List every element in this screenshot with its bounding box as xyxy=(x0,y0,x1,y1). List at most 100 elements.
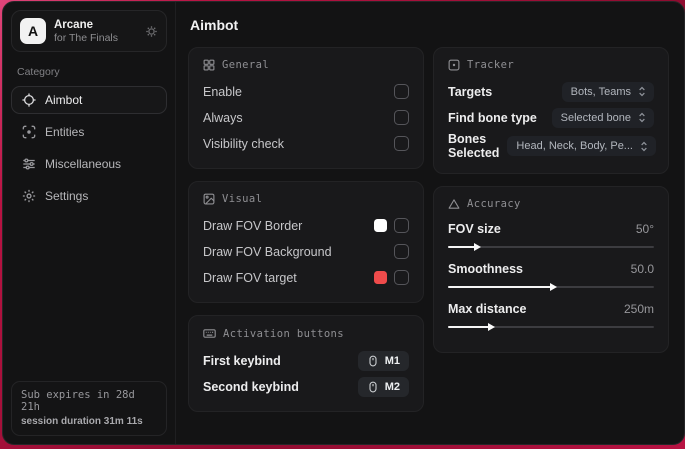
targets-select[interactable]: Bots, Teams xyxy=(561,81,654,102)
slider-thumb[interactable] xyxy=(550,283,558,291)
setting-row-draw-fov-border: Draw FOV Border xyxy=(203,214,409,237)
image-icon xyxy=(203,193,215,205)
app-logo: A xyxy=(20,18,46,44)
find-bone-type-select[interactable]: Selected bone xyxy=(551,107,654,128)
setting-label: Smoothness xyxy=(448,262,524,276)
first-keybind-button[interactable]: M1 xyxy=(357,350,409,371)
setting-row-draw-fov-target: Draw FOV target xyxy=(203,266,409,289)
max-distance-slider[interactable] xyxy=(448,321,654,333)
keybind-value: M2 xyxy=(384,380,400,393)
slider-value: 50° xyxy=(635,222,654,236)
app-subtitle: for The Finals xyxy=(54,31,118,44)
setting-label: Targets xyxy=(448,84,493,99)
setting-label: Draw FOV Border xyxy=(203,218,303,233)
panel-title: General xyxy=(222,59,270,71)
draw-fov-background-checkbox[interactable] xyxy=(394,244,409,259)
setting-row-max-distance: Max distance 250m xyxy=(448,299,654,333)
panel-title: Activation buttons xyxy=(223,327,344,340)
chevrons-up-down-icon xyxy=(637,86,647,97)
fov-target-color-swatch[interactable] xyxy=(374,271,387,284)
setting-row-find-bone-type: Find bone type Selected bone xyxy=(448,106,654,129)
setting-label: Enable xyxy=(203,84,242,99)
keybind-value: M1 xyxy=(384,354,400,367)
setting-row-bones-selected: Bones Selected Head, Neck, Body, Pe... xyxy=(448,132,656,160)
layout-grid-icon xyxy=(203,59,215,71)
main-content: Aimbot General Enable Always Visibility … xyxy=(176,2,684,444)
setting-label: First keybind xyxy=(203,353,281,368)
draw-fov-target-checkbox[interactable] xyxy=(394,270,409,285)
category-label: Category xyxy=(17,66,60,78)
mouse-icon xyxy=(367,355,379,367)
slider-thumb[interactable] xyxy=(473,243,481,251)
activation-buttons-panel: Activation buttons First keybind M1 Seco… xyxy=(188,315,424,412)
sidebar-item-settings[interactable]: Settings xyxy=(11,182,167,210)
chevrons-up-down-icon xyxy=(637,112,647,123)
sidebar-item-aimbot[interactable]: Aimbot xyxy=(11,86,167,114)
gear-icon xyxy=(22,189,36,203)
select-value: Bots, Teams xyxy=(570,85,631,98)
visual-panel: Visual Draw FOV Border Draw FOV Backgrou… xyxy=(188,181,424,303)
draw-fov-border-checkbox[interactable] xyxy=(394,218,409,233)
panel-title: Tracker xyxy=(467,59,515,71)
panel-title: Accuracy xyxy=(467,198,521,210)
app-name: Arcane xyxy=(54,18,93,31)
setting-label: Second keybind xyxy=(203,379,299,394)
mouse-icon xyxy=(367,381,379,393)
setting-label: Always xyxy=(203,110,243,125)
sidebar-item-label: Entities xyxy=(45,125,85,139)
crosshair-icon xyxy=(22,93,36,107)
sidebar-item-entities[interactable]: Entities xyxy=(11,118,167,146)
sidebar: A Arcane for The Finals Category Aimbot … xyxy=(3,2,176,444)
sidebar-nav: Aimbot Entities Miscellaneous Settings xyxy=(11,86,167,210)
slider-value: 50.0 xyxy=(630,262,654,276)
smoothness-slider[interactable] xyxy=(448,281,654,293)
sidebar-item-label: Miscellaneous xyxy=(45,157,122,171)
setting-row-draw-fov-background: Draw FOV Background xyxy=(203,240,409,263)
fov-border-color-swatch[interactable] xyxy=(374,219,387,232)
brand-text: Arcane for The Finals xyxy=(54,19,137,44)
setting-label: Max distance xyxy=(448,302,527,316)
setting-row-smoothness: Smoothness 50.0 xyxy=(448,259,654,293)
app-window: A Arcane for The Finals Category Aimbot … xyxy=(2,1,685,445)
setting-label: Draw FOV target xyxy=(203,270,297,285)
sidebar-item-miscellaneous[interactable]: Miscellaneous xyxy=(11,150,167,178)
slider-value: 250m xyxy=(623,302,654,316)
setting-row-fov-size: FOV size 50° xyxy=(448,219,654,253)
session-duration-text: session duration 31m 11s xyxy=(21,416,143,427)
setting-label: Find bone type xyxy=(448,110,537,125)
visibility-check-checkbox[interactable] xyxy=(394,136,409,151)
setting-label: Visibility check xyxy=(203,136,285,151)
triangle-icon xyxy=(448,198,460,210)
chevrons-up-down-icon xyxy=(639,141,649,152)
brand-card: A Arcane for The Finals xyxy=(11,10,167,52)
select-value: Head, Neck, Body, Pe... xyxy=(516,140,633,152)
setting-row-second-keybind: Second keybind M2 xyxy=(203,375,409,398)
tracker-panel: Tracker Targets Bots, Teams Find bone ty… xyxy=(433,47,669,174)
second-keybind-button[interactable]: M2 xyxy=(357,376,409,397)
setting-row-targets: Targets Bots, Teams xyxy=(448,80,654,103)
scan-eye-icon xyxy=(22,125,36,139)
subscription-status-card: Sub expires in 28d 21h session duration … xyxy=(11,381,167,436)
setting-row-enable: Enable xyxy=(203,80,409,103)
sub-expiry-text: Sub expires in 28d 21h xyxy=(21,389,135,413)
accuracy-panel: Accuracy FOV size 50° Smoothness 50.0 Ma… xyxy=(433,186,669,353)
setting-label: Draw FOV Background xyxy=(203,244,332,259)
slider-thumb[interactable] xyxy=(488,323,496,331)
sidebar-item-label: Aimbot xyxy=(45,93,83,107)
setting-row-always: Always xyxy=(203,106,409,129)
page-title: Aimbot xyxy=(190,17,239,33)
always-checkbox[interactable] xyxy=(394,110,409,125)
general-panel: General Enable Always Visibility check xyxy=(188,47,424,169)
sync-icon[interactable] xyxy=(145,25,158,38)
target-box-icon xyxy=(448,59,460,71)
bones-selected-select[interactable]: Head, Neck, Body, Pe... xyxy=(507,136,656,156)
fov-size-slider[interactable] xyxy=(448,241,654,253)
setting-row-visibility-check: Visibility check xyxy=(203,132,409,155)
sliders-icon xyxy=(22,157,36,171)
keyboard-icon xyxy=(203,327,216,340)
setting-label: Bones Selected xyxy=(448,132,500,160)
sidebar-item-label: Settings xyxy=(45,189,89,203)
setting-label: FOV size xyxy=(448,222,501,236)
select-value: Selected bone xyxy=(560,111,631,124)
enable-checkbox[interactable] xyxy=(394,84,409,99)
